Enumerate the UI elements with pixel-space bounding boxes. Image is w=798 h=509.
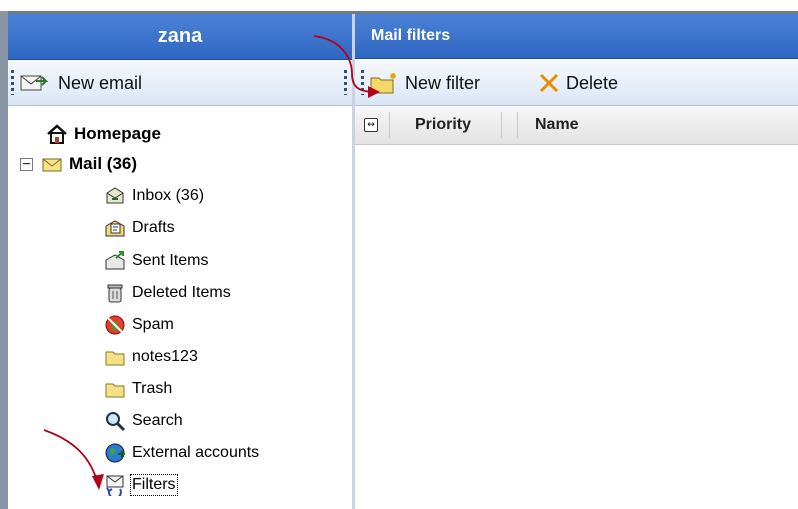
tree-item-notes123[interactable]: notes123 — [104, 342, 198, 372]
new-email-button[interactable]: New email — [20, 68, 142, 98]
left-panel: zana New email Homepage − Mail (36) Inbo… — [8, 14, 352, 509]
top-border — [0, 0, 798, 11]
new-email-label: New email — [58, 72, 143, 93]
right-panel: Mail filters New filter Delete ↔ Priorit… — [355, 14, 798, 509]
notes123-label: notes123 — [132, 348, 198, 365]
filters-table-header: ↔ Priority Name — [355, 106, 798, 145]
column-priority[interactable]: Priority — [415, 106, 471, 144]
filter-envelope-icon — [106, 475, 124, 496]
filters-toolbar: New filter Delete — [355, 60, 798, 106]
sent-icon — [105, 251, 125, 270]
toolbar-grip[interactable] — [11, 70, 14, 95]
sent-label: Sent Items — [132, 252, 209, 269]
left-toolbar: New email — [8, 60, 352, 106]
deleted-label: Deleted Items — [132, 284, 231, 301]
user-name-header: zana — [8, 14, 352, 60]
toolbar-grip[interactable] — [361, 70, 364, 95]
delete-x-icon — [539, 73, 559, 93]
new-filter-label: New filter — [405, 72, 481, 93]
trash-label: Trash — [132, 380, 173, 397]
column-resize-icon[interactable]: ↔ — [364, 118, 378, 132]
trash-can-icon — [107, 284, 123, 303]
tree-item-spam[interactable]: Spam — [104, 310, 174, 340]
envelope-icon — [42, 158, 62, 172]
column-divider — [501, 112, 502, 138]
delete-button[interactable]: Delete — [538, 68, 618, 98]
folder-icon — [105, 351, 125, 366]
mail-filters-title: Mail filters — [355, 14, 798, 59]
spam-label: Spam — [132, 316, 174, 333]
tree-item-search[interactable]: Search — [104, 406, 183, 436]
left-edge — [0, 11, 8, 509]
new-email-icon — [20, 75, 48, 91]
magnifier-icon — [106, 412, 126, 432]
folder-icon — [105, 383, 125, 398]
tree-item-external-accounts[interactable]: External accounts — [104, 438, 259, 468]
column-divider — [389, 112, 390, 138]
tree-item-homepage[interactable]: Homepage — [46, 119, 161, 149]
delete-label: Delete — [566, 72, 619, 93]
external-accounts-label: External accounts — [132, 444, 260, 461]
tree-item-inbox[interactable]: Inbox (36) — [104, 181, 204, 211]
toolbar-grip-right[interactable] — [344, 70, 347, 95]
collapse-toggle[interactable]: − — [20, 157, 33, 171]
drafts-label: Drafts — [132, 219, 175, 236]
tree-item-deleted[interactable]: Deleted Items — [104, 278, 231, 308]
filters-label: Filters — [130, 474, 178, 496]
column-name[interactable]: Name — [535, 106, 579, 144]
inbox-icon — [106, 187, 124, 204]
new-filter-button[interactable]: New filter — [369, 68, 480, 98]
inbox-label: Inbox (36) — [132, 187, 205, 204]
search-label: Search — [132, 412, 183, 429]
tree-item-sent[interactable]: Sent Items — [104, 246, 208, 276]
drafts-icon — [105, 220, 125, 237]
tree-item-mail[interactable]: − Mail (36) — [20, 149, 137, 179]
spam-bug-icon — [105, 315, 125, 335]
column-divider — [517, 112, 518, 138]
folder-tree: Homepage − Mail (36) Inbox (36) Drafts S… — [8, 106, 352, 509]
homepage-label: Homepage — [74, 124, 161, 143]
new-folder-icon — [370, 73, 396, 94]
tree-item-trash[interactable]: Trash — [104, 374, 172, 404]
mail-label: Mail (36) — [69, 154, 138, 173]
globe-icon — [105, 443, 126, 463]
tree-item-filters[interactable]: Filters — [104, 470, 178, 500]
tree-item-drafts[interactable]: Drafts — [104, 213, 175, 243]
house-icon — [47, 124, 67, 144]
